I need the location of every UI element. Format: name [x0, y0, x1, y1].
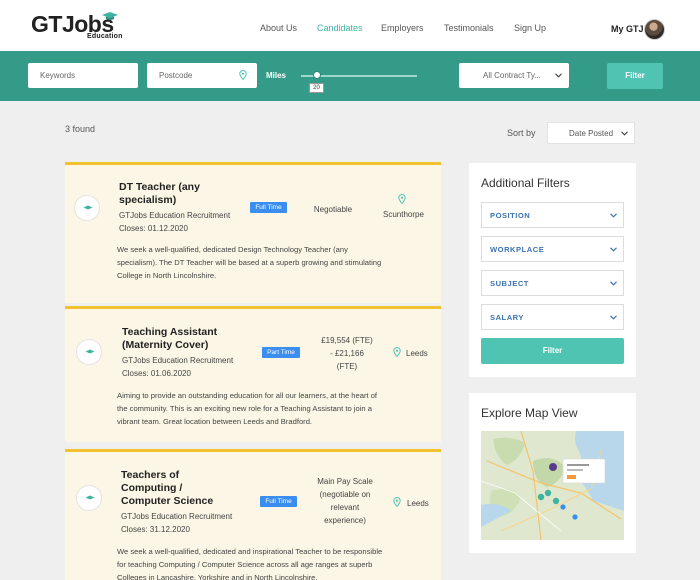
job-type-badge: Full Time	[250, 202, 287, 213]
location-pin-icon	[393, 497, 401, 507]
my-account-link[interactable]: My GTJ	[611, 24, 644, 34]
job-title[interactable]: Teaching Assistant (Maternity Cover)	[122, 326, 217, 352]
job-card[interactable]: DT Teacher (any specialism) GTJobs Educa…	[65, 162, 441, 303]
job-description: Aiming to provide an outstanding educati…	[117, 391, 378, 426]
job-salary: Main Pay Scale (negotiable on relevant e…	[317, 477, 373, 525]
location-pin-icon	[393, 347, 401, 357]
job-company: GTJobs Education Recruitment	[121, 512, 233, 521]
job-title[interactable]: DT Teacher (any specialism)	[119, 181, 200, 207]
job-title[interactable]: Teachers of Computing / Computer Science	[121, 469, 213, 508]
job-location: Scunthorpe	[383, 210, 424, 219]
nav-sign-up[interactable]: Sign Up	[514, 23, 546, 33]
additional-filters-panel: Additional Filters POSITION WORKPLACE SU…	[469, 163, 636, 377]
search-filter-button[interactable]: Filter	[607, 63, 663, 89]
filter-subject[interactable]: SUBJECT	[481, 270, 624, 296]
job-type-badge: Part Time	[262, 347, 300, 358]
top-navigation-bar: GTJobs Education About Us Candidates Emp…	[0, 0, 700, 51]
nav-about-us[interactable]: About Us	[260, 23, 297, 33]
apply-filters-button[interactable]: Filter	[481, 338, 624, 364]
chevron-down-icon	[555, 73, 562, 78]
graduation-cap-icon	[85, 495, 95, 500]
nav-employers[interactable]: Employers	[381, 23, 424, 33]
logo-subtitle: Education	[87, 33, 123, 40]
contract-type-value: All Contract Ty...	[483, 71, 541, 80]
results-count: 3 found	[65, 124, 96, 134]
filter-workplace[interactable]: WORKPLACE	[481, 236, 624, 262]
job-location: Leeds	[406, 349, 428, 358]
map-view-panel: Explore Map View	[469, 393, 636, 553]
job-closing-date: Closes: 01.12.2020	[119, 224, 188, 233]
job-salary: Negotiable	[313, 205, 353, 214]
chevron-down-icon	[621, 131, 628, 136]
job-closing-date: Closes: 31.12.2020	[121, 525, 190, 534]
contract-type-select[interactable]: All Contract Ty...	[459, 63, 569, 88]
sort-value: Date Posted	[569, 129, 614, 138]
chevron-down-icon	[610, 213, 617, 218]
location-pin-icon	[398, 194, 406, 204]
gtjobs-logo[interactable]: GTJobs Education	[31, 12, 122, 40]
nav-candidates[interactable]: Candidates	[317, 23, 363, 33]
miles-value: 20	[309, 83, 324, 93]
map-view-title: Explore Map View	[481, 406, 578, 420]
sort-select[interactable]: Date Posted	[547, 122, 635, 144]
nav-testimonials[interactable]: Testimonials	[444, 23, 494, 33]
user-avatar[interactable]	[644, 19, 665, 40]
graduation-cap-icon	[102, 12, 118, 20]
chevron-down-icon	[610, 247, 617, 252]
job-description: We seek a well-qualified, dedicated and …	[117, 547, 383, 580]
employer-logo	[74, 195, 100, 221]
job-company: GTJobs Education Recruitment	[119, 211, 231, 220]
sort-by-label: Sort by	[507, 128, 536, 138]
job-company: GTJobs Education Recruitment	[122, 356, 234, 365]
job-type-badge: Full Time	[260, 496, 297, 507]
job-card[interactable]: Teaching Assistant (Maternity Cover) GTJ…	[65, 306, 441, 442]
graduation-cap-icon	[83, 205, 93, 210]
job-search-bar: Keywords Postcode Miles 20 All Contract …	[0, 51, 700, 101]
keywords-input[interactable]: Keywords	[28, 63, 138, 88]
additional-filters-title: Additional Filters	[481, 176, 570, 190]
miles-slider-handle[interactable]	[313, 71, 321, 79]
job-card[interactable]: Teachers of Computing / Computer Science…	[65, 449, 441, 580]
miles-label: Miles	[266, 71, 287, 80]
job-location: Leeds	[407, 499, 429, 508]
jobs-map[interactable]	[481, 431, 624, 540]
job-description: We seek a well-qualified, dedicated Desi…	[117, 245, 382, 280]
graduation-cap-icon	[85, 349, 95, 354]
chevron-down-icon	[610, 315, 617, 320]
job-closing-date: Closes: 01.06.2020	[122, 369, 191, 378]
chevron-down-icon	[610, 281, 617, 286]
filter-position[interactable]: POSITION	[481, 202, 624, 228]
employer-logo	[76, 339, 102, 365]
location-pin-icon	[239, 70, 247, 80]
job-salary: £19,554 (FTE) - £21,166 (FTE)	[321, 336, 373, 371]
filter-salary[interactable]: SALARY	[481, 304, 624, 330]
employer-logo	[76, 485, 102, 511]
